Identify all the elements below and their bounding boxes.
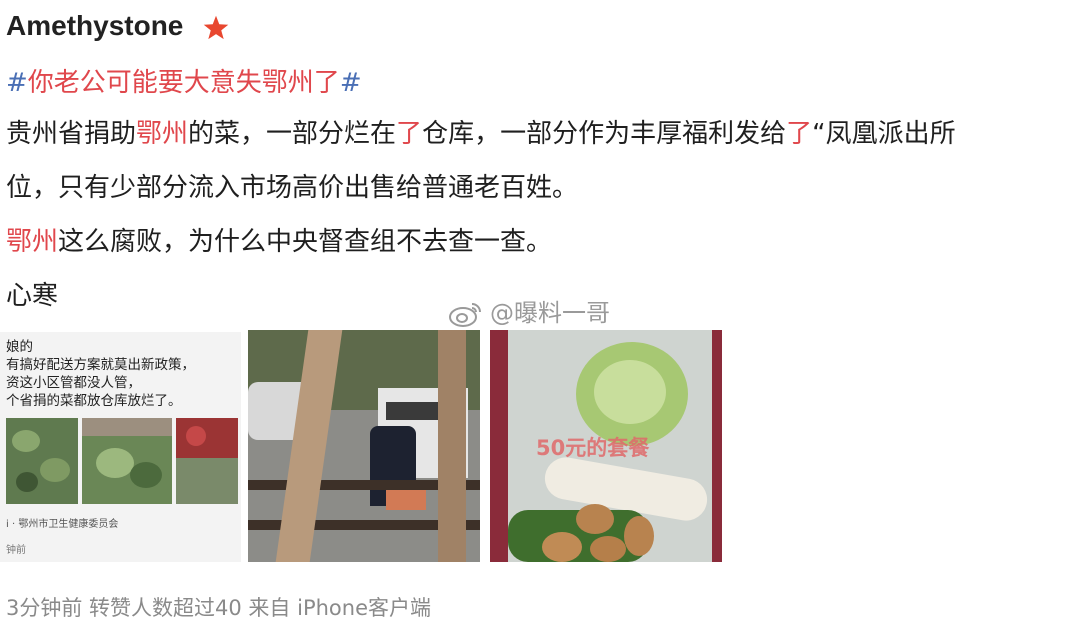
warehouse-photo: [176, 418, 238, 504]
highlight-char: 了: [786, 119, 813, 149]
post-image-1[interactable]: 娘的 有搞好配送方案就莫出新政策， 资这小区管都没人管， 个省捐的菜都放仓库放烂…: [0, 332, 241, 562]
location-link[interactable]: 鄂州: [136, 119, 188, 149]
hashtag-mark: #: [339, 68, 362, 98]
potato: [542, 532, 582, 562]
doc-text-line: 娘的: [6, 339, 33, 355]
cabbage: [576, 342, 688, 446]
vegetable-pile-photo: [82, 418, 172, 504]
post-text-line-1: 贵州省捐助鄂州的菜，一部分烂在了仓库，一部分作为丰厚福利发给了“凤凰派出所: [6, 117, 956, 151]
text-segment: 贵州省捐助: [6, 119, 137, 149]
hashtag-topic[interactable]: #你老公可能要大意失鄂州了#: [6, 66, 362, 100]
location-link[interactable]: 鄂州: [6, 227, 58, 257]
window-frame: [438, 330, 466, 562]
text-segment: 仓库，一部分作为丰厚福利发给: [422, 119, 787, 149]
hashtag-mark: #: [6, 68, 28, 98]
watermark: @曝料一哥: [448, 293, 610, 328]
rotting-vegetables-photo: [6, 418, 78, 504]
weibo-icon: [449, 303, 481, 327]
table-edge: [490, 330, 508, 562]
text-segment: 的菜，一部分烂在: [188, 119, 397, 149]
doc-source: i · 鄂州市卫生健康委员会: [6, 519, 119, 530]
hashtag-text: 你老公可能要大意失鄂州了: [27, 68, 340, 98]
post-username[interactable]: Amethystone: [6, 10, 183, 42]
post-image-2[interactable]: [248, 330, 480, 562]
doc-text-line: 有搞好配送方案就莫出新政策，: [6, 357, 195, 373]
doc-time: 钟前: [6, 545, 26, 556]
potato: [624, 516, 654, 556]
watermark-text: @曝料一哥: [490, 299, 610, 327]
post-text-line-4: 心寒: [6, 281, 59, 311]
text-segment: 这么腐败，为什么中央督查组不去查一查。: [58, 227, 553, 257]
potato: [590, 536, 626, 562]
table-edge: [712, 330, 722, 562]
post-text-line-3: 鄂州这么腐败，为什么中央督查组不去查一查。: [6, 225, 552, 259]
doc-text-line: 资这小区管都没人管，: [6, 375, 141, 391]
text-segment: “凤凰派出所: [812, 119, 956, 149]
doc-text-line: 个省捐的菜都放仓库放烂了。: [6, 393, 182, 409]
post-footer: 3分钟前 转赞人数超过40 来自 iPhone客户端: [6, 596, 431, 620]
post-text-line-2: 位，只有少部分流入市场高价出售给普通老百姓。: [6, 173, 579, 203]
star-icon: [203, 15, 229, 40]
highlight-char: 了: [396, 119, 423, 149]
price-overlay-text: 50元的套餐: [536, 436, 650, 460]
potato: [576, 504, 614, 534]
